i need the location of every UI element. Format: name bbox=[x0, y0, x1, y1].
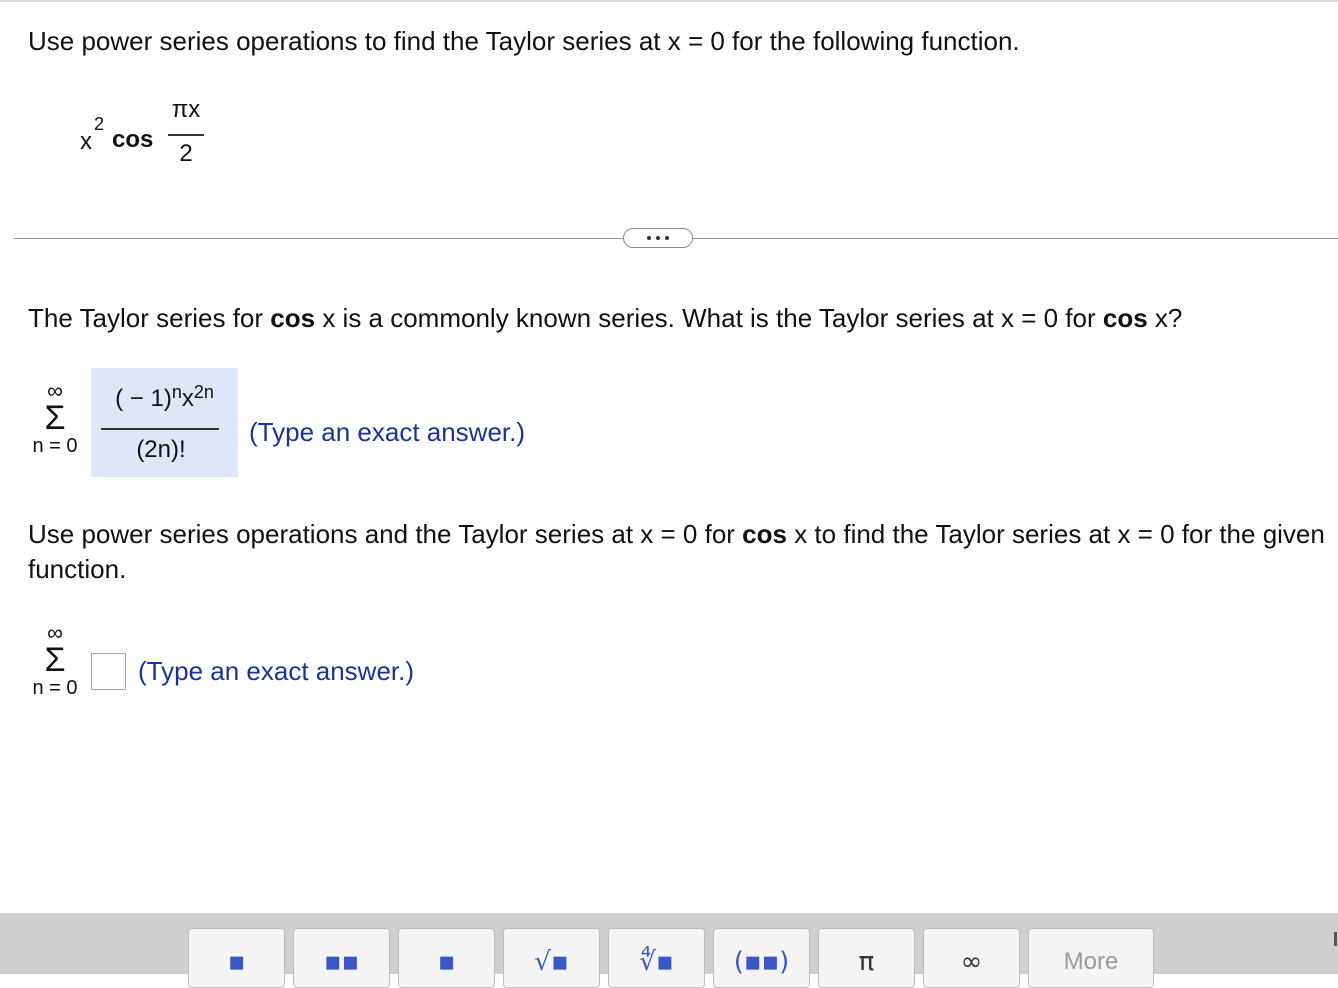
infinity-icon: ∞ bbox=[960, 947, 983, 977]
nth-root-icon: ∜▪ bbox=[639, 947, 674, 977]
scroll-edge-mark bbox=[1334, 932, 1337, 946]
part1-summation: ∞ Σ n = 0 bbox=[25, 380, 85, 458]
parentheses-icon: (▪▪) bbox=[733, 947, 790, 977]
top-border bbox=[0, 0, 1338, 2]
part1-hint: (Type an exact answer.) bbox=[249, 417, 526, 447]
function-base: x bbox=[80, 128, 92, 155]
function-name: cos bbox=[112, 126, 154, 153]
question-text: Use power series operations to find the … bbox=[28, 26, 1020, 56]
part2-hint: (Type an exact answer.) bbox=[138, 656, 415, 686]
part2-prompt: Use power series operations and the Tayl… bbox=[28, 517, 1328, 587]
function-denominator: 2 bbox=[179, 140, 193, 167]
answer-fraction-bar bbox=[101, 428, 219, 430]
given-function: x 2 cos πx 2 bbox=[78, 92, 218, 172]
fraction-icon: ▪ bbox=[227, 947, 246, 977]
part1-fn-a: cos bbox=[270, 303, 316, 333]
answer-num-x: x bbox=[181, 385, 194, 412]
expand-button[interactable] bbox=[623, 228, 693, 248]
answer-input[interactable] bbox=[91, 653, 126, 690]
math-toolbar: ▪ ▪▪ ▪ √▪ ∜▪ (▪▪) π ∞ More bbox=[0, 913, 1338, 988]
mixed-number-icon: ▪▪ bbox=[323, 947, 360, 977]
nth-root-button[interactable]: ∜▪ bbox=[608, 928, 705, 988]
sum-lower-limit: n = 0 bbox=[32, 677, 78, 699]
exponent-icon: ▪ bbox=[437, 947, 456, 977]
part1-prefix: The Taylor series for bbox=[28, 303, 271, 333]
ellipsis-dot-icon bbox=[665, 236, 669, 240]
function-exponent: 2 bbox=[94, 114, 105, 134]
more-button[interactable]: More bbox=[1028, 928, 1154, 988]
ellipsis-dot-icon bbox=[647, 236, 651, 240]
fraction-bar bbox=[168, 134, 204, 136]
answer-denominator: (2n)! bbox=[136, 436, 186, 463]
more-label: More bbox=[1063, 948, 1119, 975]
ellipsis-dot-icon bbox=[656, 236, 660, 240]
part1-fn-b: cos bbox=[1102, 303, 1148, 333]
part2-prefix: Use power series operations and the Tayl… bbox=[28, 519, 743, 549]
fraction-button[interactable]: ▪ bbox=[188, 928, 285, 988]
sqrt-icon: √▪ bbox=[534, 947, 569, 977]
square-root-button[interactable]: √▪ bbox=[503, 928, 600, 988]
infinity-button[interactable]: ∞ bbox=[923, 928, 1020, 988]
part1-answer: ( − 1)nx2n (2n)! bbox=[91, 368, 238, 477]
part1-suffix: x? bbox=[1147, 303, 1183, 333]
part1-prompt: The Taylor series for cos x is a commonl… bbox=[28, 301, 1182, 335]
mixed-number-button[interactable]: ▪▪ bbox=[293, 928, 390, 988]
answer-numerator: ( − 1)nx2n bbox=[91, 382, 238, 413]
function-numerator: πx bbox=[171, 96, 201, 123]
pi-button[interactable]: π bbox=[818, 928, 915, 988]
part1-mid: x is a commonly known series. What is th… bbox=[315, 303, 1103, 333]
sum-lower-limit: n = 0 bbox=[32, 435, 78, 457]
part2-summation: ∞ Σ n = 0 bbox=[25, 622, 85, 700]
sigma-icon: Σ bbox=[44, 641, 66, 679]
answer-num-exp1: n bbox=[171, 382, 182, 402]
part2-fn: cos bbox=[742, 519, 787, 549]
exponent-button[interactable]: ▪ bbox=[398, 928, 495, 988]
answer-num-base: ( − 1) bbox=[115, 385, 172, 412]
sigma-icon: Σ bbox=[44, 399, 66, 437]
pi-icon: π bbox=[858, 947, 875, 977]
answer-num-exp2: 2n bbox=[193, 382, 214, 402]
parentheses-button[interactable]: (▪▪) bbox=[713, 928, 810, 988]
